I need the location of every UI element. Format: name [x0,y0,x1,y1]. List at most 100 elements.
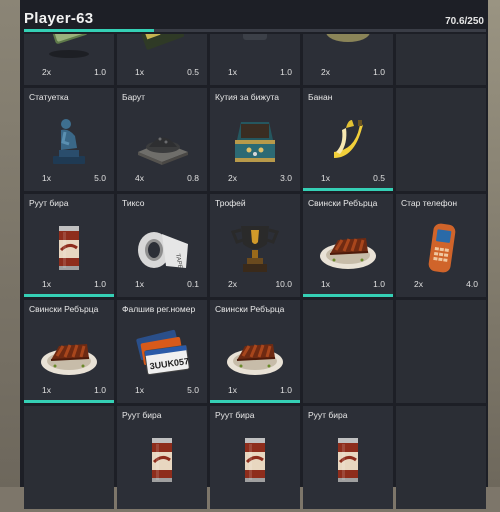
item-name: Свински Ребърца [308,198,378,208]
trophy-icon [225,220,285,276]
item-name: Свински Ребърца [29,304,99,314]
inventory-row: Свински Ребърца 1x 1.0 Фалшив рег.номер 3UUK… [24,300,486,403]
item-weight: 1.0 [280,67,292,77]
item-weight: 1.0 [373,279,385,289]
weight-label: 70.6/250 [445,16,484,27]
item-name: Фалшив рег.номер [122,304,196,314]
inventory-slot[interactable]: Свински Ребърца 1x 1.0 [24,300,114,403]
inventory-slot[interactable]: Руут бира [210,406,300,509]
item-name: Руут бира [29,198,69,208]
svg-text:TAPE: TAPE [174,253,183,269]
durability-bar [303,294,393,297]
item-weight: 5.0 [187,385,199,395]
item-count: 1x [135,67,144,77]
item-count: 1x [228,67,237,77]
inventory-slot[interactable]: Кутия за бижута 2x 3.0 [210,88,300,191]
thinker-statue-icon [39,114,99,170]
item-name: Барут [122,92,146,102]
game-world-background-right [488,0,500,487]
item-name: Трофей [215,198,246,208]
item-weight: 5.0 [94,173,106,183]
item-count: 1x [42,279,51,289]
banana-icon [318,114,378,170]
item-count: 2x [414,279,423,289]
item-name: Тиксо [122,198,145,208]
durability-bar [24,294,114,297]
item-weight: 1.0 [280,385,292,395]
item-count: 2x [228,279,237,289]
durability-bar [210,400,300,403]
durability-bar [303,188,393,191]
item-name: Кутия за бижута [215,92,279,102]
empty-slot[interactable] [396,406,486,509]
inventory-slot[interactable]: Свински Ребърца 1x 1.0 [210,300,300,403]
empty-slot[interactable] [303,300,393,403]
inventory-row: Статуетка 1x 5.0 Барут 4x 0.8 Кутия за бижута 2… [24,88,486,191]
empty-slot[interactable] [396,300,486,403]
inventory-slot[interactable]: Свински Ребърца 1x 1.0 [303,194,393,297]
weight-bar [24,29,486,32]
item-weight: 1.0 [94,385,106,395]
item-count: 1x [321,173,330,183]
item-weight: 0.5 [373,173,385,183]
item-name: Стар телефон [401,198,458,208]
inventory-slot[interactable]: Барут 4x 0.8 [117,88,207,191]
item-name: Руут бира [122,410,162,420]
item-name: Статуетка [29,92,69,102]
item-count: 4x [135,173,144,183]
inventory-slot[interactable]: Тиксо TAPE 1x 0.1 [117,194,207,297]
item-weight: 1.0 [94,67,106,77]
item-weight: 0.8 [187,173,199,183]
inventory-slot[interactable]: Банан 1x 0.5 [303,88,393,191]
empty-slot[interactable] [24,406,114,509]
license-plate-icon: 3UUK057 [132,326,192,382]
root-beer-can-icon [318,432,378,488]
root-beer-can-icon [225,432,285,488]
inventory-row: Руут бира 1x 1.0 Тиксо TAPE 1x 0.1 Трофей 2x 10.0… [24,194,486,297]
gunpowder-icon [132,114,192,170]
duct-tape-icon: TAPE [132,220,192,276]
item-count: 1x [228,385,237,395]
item-count: 2x [42,67,51,77]
inventory-slot[interactable]: Трофей 2x 10.0 [210,194,300,297]
item-name: Свински Ребърца [215,304,285,314]
root-beer-can-icon [132,432,192,488]
empty-slot[interactable] [396,88,486,191]
inventory-slot[interactable]: Руут бира 1x 1.0 [24,194,114,297]
jewelry-box-icon [225,114,285,170]
item-name: Руут бира [308,410,348,420]
durability-bar [24,400,114,403]
inventory-panel: 2x 1.0 1x 0.5 1x 1.0 2x 1.0 Статуетка 1x 5.0 Барут 4… [20,0,488,509]
item-name: Руут бира [215,410,255,420]
inventory-slot[interactable]: Фалшив рег.номер 3UUK057 1x 5.0 [117,300,207,403]
inventory-slot[interactable]: Руут бира [303,406,393,509]
item-weight: 0.5 [187,67,199,77]
weight-bar-fill [24,29,155,32]
item-weight: 0.1 [187,279,199,289]
inventory-slot[interactable]: Руут бира [117,406,207,509]
root-beer-can-icon [39,220,99,276]
pork-ribs-icon [225,326,285,382]
inventory-header: Player-63 70.6/250 [20,0,488,34]
item-count: 2x [228,173,237,183]
inventory-slot[interactable]: Статуетка 1x 5.0 [24,88,114,191]
item-count: 1x [42,385,51,395]
inventory-slot[interactable]: Стар телефон 2x 4.0 [396,194,486,297]
item-count: 1x [135,385,144,395]
item-name: Банан [308,92,333,102]
item-weight: 1.0 [94,279,106,289]
pork-ribs-icon [318,220,378,276]
game-world-background-left [0,0,20,487]
old-phone-icon [411,220,471,276]
item-count: 1x [135,279,144,289]
item-count: 1x [321,279,330,289]
item-weight: 4.0 [466,279,478,289]
item-count: 2x [321,67,330,77]
item-weight: 10.0 [275,279,292,289]
item-weight: 3.0 [280,173,292,183]
inventory-grid: 2x 1.0 1x 0.5 1x 1.0 2x 1.0 Статуетка 1x 5.0 Барут 4… [24,0,486,512]
pork-ribs-icon [39,326,99,382]
item-count: 1x [42,173,51,183]
player-name: Player-63 [24,10,94,27]
inventory-row: Руут бира Руут бира Руут бира [24,406,486,509]
